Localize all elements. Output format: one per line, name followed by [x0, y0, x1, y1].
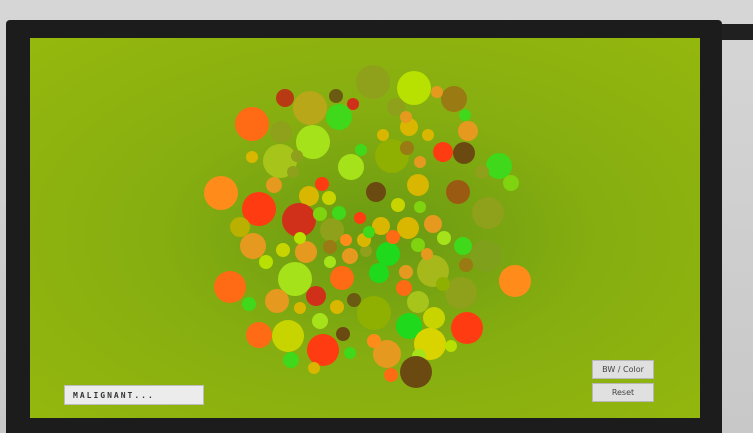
color-dot: [459, 258, 473, 272]
color-dot: [329, 89, 343, 103]
color-dot: [324, 256, 336, 268]
color-dot: [377, 129, 389, 141]
color-dot: [270, 121, 292, 143]
color-dot: [282, 203, 316, 237]
color-dot: [422, 129, 434, 141]
color-dot: [276, 89, 294, 107]
color-dot: [423, 307, 445, 329]
bw-color-toggle-button[interactable]: BW / Color: [592, 360, 654, 379]
color-dot: [355, 144, 367, 156]
color-dot: [445, 277, 477, 309]
color-dot: [291, 150, 303, 162]
color-dot: [424, 215, 442, 233]
color-dot: [347, 98, 359, 110]
color-dot: [414, 201, 426, 213]
color-dot: [204, 176, 238, 210]
color-dot: [397, 217, 419, 239]
color-dot: [472, 197, 504, 229]
color-dot: [363, 226, 375, 238]
color-dot: [332, 206, 346, 220]
color-dot: [433, 142, 453, 162]
color-dot: [340, 234, 352, 246]
color-dot: [376, 242, 400, 266]
color-dot: [347, 293, 361, 307]
color-dot: [407, 291, 429, 313]
color-dot: [323, 240, 337, 254]
color-dot: [360, 245, 372, 257]
color-dot: [294, 232, 306, 244]
color-dot: [459, 109, 471, 121]
color-dot: [486, 153, 512, 179]
color-dot: [357, 296, 391, 330]
color-dot: [437, 231, 451, 245]
color-dot: [322, 191, 336, 205]
color-dot: [384, 368, 398, 382]
color-dot: [396, 280, 412, 296]
color-dot: [354, 212, 366, 224]
color-dot: [313, 207, 327, 221]
color-dot: [454, 237, 472, 255]
color-dot: [272, 320, 304, 352]
color-dot: [458, 121, 478, 141]
color-dot: [246, 151, 258, 163]
color-dot: [407, 174, 429, 196]
color-dot: [397, 71, 431, 105]
color-dot: [294, 302, 306, 314]
color-dot: [399, 265, 413, 279]
color-dot: [436, 277, 450, 291]
color-dot: [475, 165, 489, 179]
color-dot: [453, 142, 475, 164]
color-dot: [391, 198, 405, 212]
color-dot: [336, 327, 350, 341]
color-dot: [330, 300, 344, 314]
color-dot: [265, 289, 289, 313]
color-dot: [366, 182, 386, 202]
color-dot: [312, 313, 328, 329]
color-dot: [445, 340, 457, 352]
color-dot: [356, 65, 390, 99]
color-dot: [259, 255, 273, 269]
reset-button[interactable]: Reset: [592, 383, 654, 402]
color-dot: [400, 356, 432, 388]
color-dot: [235, 107, 269, 141]
color-dot: [342, 248, 358, 264]
color-dot: [400, 111, 412, 123]
color-dot: [276, 243, 290, 257]
color-dot: [315, 177, 329, 191]
color-dot: [330, 266, 354, 290]
color-dot: [306, 286, 326, 306]
color-dot: [344, 347, 356, 359]
color-dot: [326, 104, 352, 130]
color-dot: [230, 217, 250, 237]
color-dot: [441, 86, 467, 112]
color-dot: [367, 334, 381, 348]
color-dot: [421, 248, 433, 260]
color-dot: [299, 186, 319, 206]
color-dot: [246, 322, 272, 348]
color-dot: [499, 265, 531, 297]
color-dot: [240, 233, 266, 259]
color-dot: [451, 312, 483, 344]
color-dot: [287, 166, 299, 178]
color-dot: [214, 271, 246, 303]
color-dot: [400, 141, 414, 155]
color-dot: [431, 86, 443, 98]
color-dot: [295, 241, 317, 263]
color-dot: [386, 230, 400, 244]
color-dot: [503, 175, 519, 191]
color-dot: [308, 362, 320, 374]
color-dot: [242, 297, 256, 311]
color-dot: [338, 154, 364, 180]
color-dot: [470, 240, 502, 272]
status-label: MALIGNANT...: [64, 385, 204, 405]
color-dot: [369, 263, 389, 283]
color-dot: [293, 91, 327, 125]
color-dot: [446, 180, 470, 204]
color-dot: [283, 352, 299, 368]
game-screen: MALIGNANT... BW / Color Reset: [30, 38, 700, 418]
color-dot: [307, 334, 339, 366]
color-dot: [266, 177, 282, 193]
color-dot: [414, 156, 426, 168]
